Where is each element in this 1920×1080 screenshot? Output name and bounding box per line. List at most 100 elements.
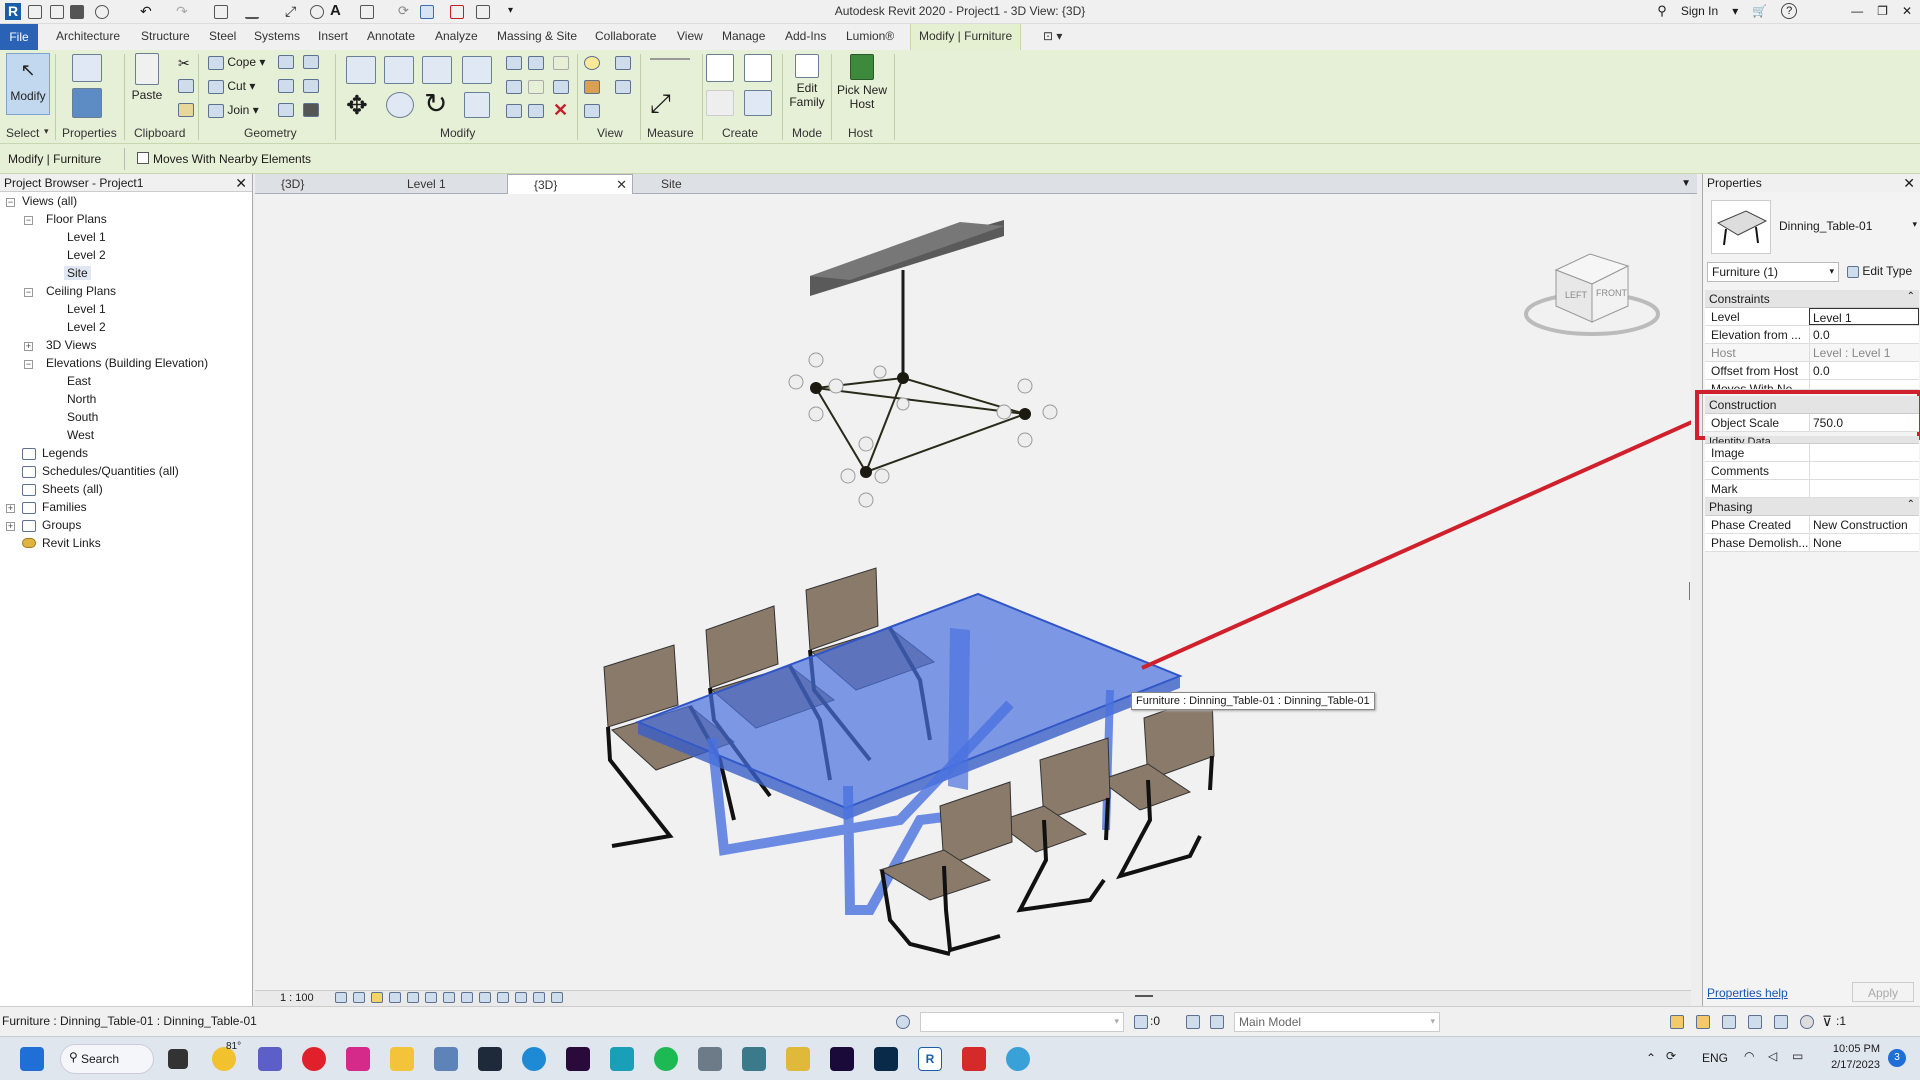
prop-value[interactable] (1809, 480, 1919, 497)
select-by-face-icon[interactable] (1748, 1015, 1762, 1029)
linework-icon[interactable] (615, 80, 631, 94)
tab-steel[interactable]: Steel (209, 29, 236, 43)
extend-icon[interactable] (528, 104, 544, 118)
filter-icon[interactable]: ⊽ (1822, 1013, 1832, 1030)
prop-row-elevation[interactable]: Elevation from ... 0.0 (1705, 326, 1919, 344)
pick-new-host-button[interactable]: Pick New Host (834, 54, 890, 111)
close-icon[interactable]: ✕ (1903, 175, 1915, 192)
prop-row-level[interactable]: Level Level 1 (1705, 308, 1919, 326)
drawing-area[interactable]: LEFT FRONT Furniture : Dinning_Table-01 … (255, 194, 1691, 990)
prop-value[interactable] (1809, 462, 1919, 479)
language-indicator[interactable]: ENG (1702, 1051, 1728, 1065)
close-icon[interactable]: ✕ (235, 175, 247, 192)
tree-node-floor-plans[interactable]: Floor Plans (46, 212, 107, 226)
horizontal-scroll-thumb[interactable] (1135, 995, 1153, 997)
dropdown-icon[interactable]: ▾ (1732, 4, 1738, 18)
dining-chair[interactable] (878, 781, 1013, 956)
copy-icon[interactable] (178, 79, 194, 93)
split-icon[interactable] (506, 56, 522, 70)
prop-value[interactable]: Level 1 (1809, 308, 1919, 325)
prop-value[interactable]: 750.0 (1809, 414, 1919, 431)
prop-value[interactable]: New Construction (1809, 516, 1919, 533)
media-player-icon[interactable] (786, 1047, 810, 1071)
volume-icon[interactable]: ◁ (1768, 1049, 1777, 1063)
measure-between-icon[interactable]: ⤢ (650, 90, 671, 116)
sketchup-icon[interactable] (742, 1047, 766, 1071)
group-phasing[interactable]: Phasing ⌃ (1705, 498, 1919, 516)
tab-file[interactable]: File (0, 24, 38, 50)
drag-elements-icon[interactable] (1774, 1015, 1788, 1029)
collapse-group-icon[interactable]: ⌃ (1907, 291, 1915, 302)
hide-in-view-icon[interactable] (584, 56, 600, 70)
prop-row-phase-demolished[interactable]: Phase Demolish... None (1705, 534, 1919, 552)
mirror-axis-icon[interactable] (422, 56, 452, 84)
prop-value[interactable]: 0.0 (1809, 362, 1919, 379)
trim-extend-icon[interactable] (464, 92, 490, 118)
expand-icon[interactable]: + (6, 522, 15, 531)
tree-node-level-2[interactable]: Level 2 (67, 248, 106, 262)
group-identity-data[interactable]: Identity Data (1705, 436, 1919, 444)
temp-hide-icon[interactable] (479, 992, 491, 1003)
panel-select[interactable]: Select (6, 126, 39, 140)
collapse-group-icon[interactable]: ⌃ (1907, 499, 1915, 510)
tree-node-schedules[interactable]: Schedules/Quantities (all) (42, 464, 179, 478)
apply-button[interactable]: Apply (1852, 982, 1914, 1002)
properties-help-link[interactable]: Properties help (1707, 986, 1788, 1000)
create-parts-icon[interactable] (744, 54, 772, 82)
edit-family-button[interactable]: Edit Family (786, 54, 828, 109)
tab-annotate[interactable]: Annotate (367, 29, 415, 43)
tab-structure[interactable]: Structure (141, 29, 190, 43)
tab-add-ins[interactable]: Add-Ins (785, 29, 826, 43)
sign-in-link[interactable]: Sign In (1681, 4, 1718, 18)
exclude-options-icon[interactable] (1210, 1015, 1224, 1029)
select-pinned-icon[interactable] (1722, 1015, 1736, 1029)
battery-icon[interactable]: ▭ (1792, 1049, 1803, 1063)
prop-row-object-scale[interactable]: Object Scale 750.0 (1705, 414, 1919, 432)
cope-button[interactable]: Cope ▾ (208, 55, 265, 70)
geometry-tool-icon[interactable] (278, 103, 294, 117)
select-links-icon[interactable] (1670, 1015, 1684, 1029)
help-icon[interactable]: ? (1781, 3, 1798, 19)
spotify-icon[interactable] (654, 1047, 678, 1071)
sun-path-icon[interactable] (371, 992, 383, 1003)
aligned-dimension-icon[interactable] (650, 58, 690, 60)
design-options-icon[interactable] (1186, 1015, 1200, 1029)
after-effects-icon[interactable] (830, 1047, 854, 1071)
app-icon[interactable] (698, 1047, 722, 1071)
worksharing-icon[interactable] (515, 992, 527, 1003)
notification-badge[interactable]: 3 (1888, 1049, 1906, 1067)
group-constraints[interactable]: Constraints ⌃ (1705, 290, 1919, 308)
join-button[interactable]: Join ▾ (208, 103, 259, 118)
pin-icon[interactable] (553, 56, 569, 70)
collapse-icon[interactable]: − (24, 360, 33, 369)
tab-architecture[interactable]: Architecture (56, 29, 120, 43)
tree-node-level-2[interactable]: Level 2 (67, 320, 106, 334)
3d-model-view[interactable]: LEFT FRONT (255, 194, 1691, 990)
offset-icon[interactable] (384, 56, 414, 84)
tab-modify-furniture[interactable]: Modify | Furniture (910, 24, 1022, 50)
view-tab-site[interactable]: Site (635, 174, 759, 194)
teams-icon[interactable] (258, 1047, 282, 1071)
revit-taskbar-icon[interactable]: R (918, 1047, 942, 1071)
view-tab-3d[interactable]: {3D} (255, 174, 379, 194)
render-icon[interactable] (407, 992, 419, 1003)
prop-row-offset[interactable]: Offset from Host 0.0 (1705, 362, 1919, 380)
tab-massing-site[interactable]: Massing & Site (497, 29, 577, 43)
view-cube[interactable]: LEFT FRONT (1524, 253, 1660, 336)
instance-filter-select[interactable]: Furniture (1) ▾ (1707, 262, 1839, 282)
restore-button[interactable]: ❐ (1877, 4, 1888, 18)
properties-icon[interactable] (72, 88, 102, 118)
copy-element-icon[interactable] (386, 92, 414, 118)
tree-node-sheets[interactable]: Sheets (all) (42, 482, 103, 496)
3ds-max-icon[interactable] (610, 1047, 634, 1071)
workset-select[interactable]: ▾ (920, 1012, 1124, 1032)
photos-icon[interactable] (434, 1047, 458, 1071)
select-underlay-icon[interactable] (1696, 1015, 1710, 1029)
opera-icon[interactable] (302, 1047, 326, 1071)
geometry-tool-icon[interactable] (303, 79, 319, 93)
paste-button[interactable]: Paste (130, 53, 164, 102)
show-crop-icon[interactable] (443, 992, 455, 1003)
tree-node-west[interactable]: West (67, 428, 94, 442)
tab-list-dropdown-icon[interactable]: ▼ (1681, 178, 1691, 189)
prop-value[interactable] (1809, 444, 1919, 461)
